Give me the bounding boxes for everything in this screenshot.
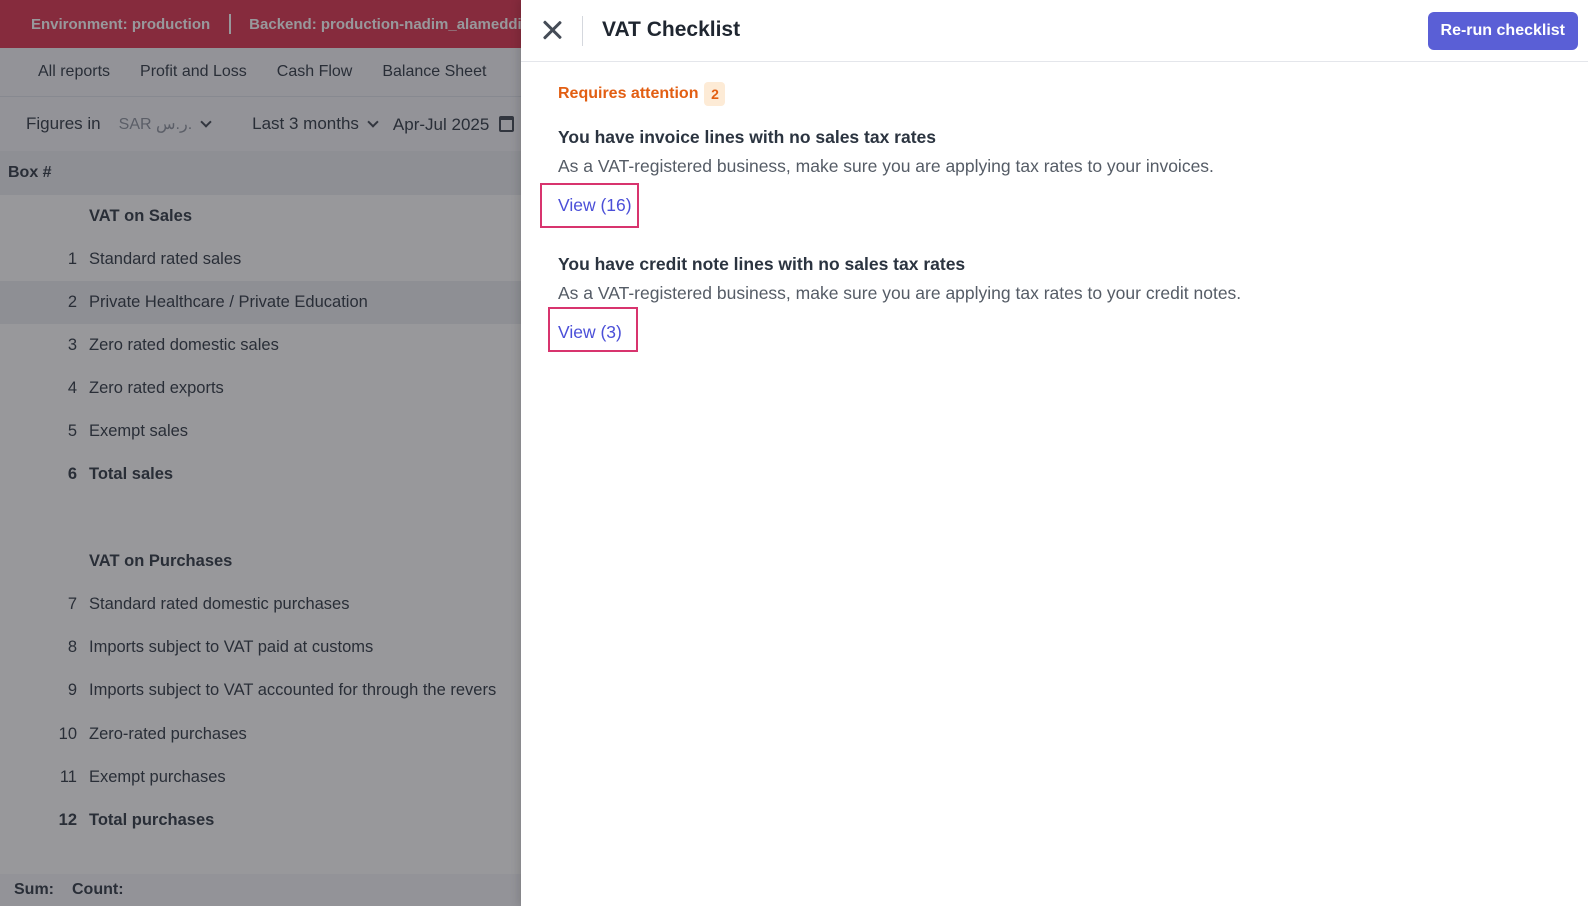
header-divider	[582, 16, 583, 46]
checklist-item-invoices: You have invoice lines with no sales tax…	[558, 127, 1214, 216]
checklist-item-description: As a VAT-registered business, make sure …	[558, 283, 1242, 303]
rerun-checklist-button[interactable]: Re-run checklist	[1427, 12, 1578, 50]
checklist-item-description: As a VAT-registered business, make sure …	[558, 156, 1214, 176]
vat-checklist-drawer: VAT Checklist Re-run checklist Requires …	[521, 0, 1588, 906]
close-icon[interactable]	[538, 16, 566, 44]
attention-count-badge: 2	[704, 82, 726, 106]
drawer-header: VAT Checklist Re-run checklist	[521, 0, 1588, 62]
annotation-highlight-box	[548, 307, 638, 352]
annotation-highlight-box	[540, 183, 639, 228]
status-row: Requires attention 2	[558, 82, 726, 106]
requires-attention-label: Requires attention	[558, 85, 699, 102]
checklist-item-title: You have invoice lines with no sales tax…	[558, 127, 937, 147]
checklist-item-credit-notes: You have credit note lines with no sales…	[558, 254, 1241, 343]
checklist-item-title: You have credit note lines with no sales…	[558, 254, 966, 274]
drawer-title: VAT Checklist	[602, 18, 741, 41]
